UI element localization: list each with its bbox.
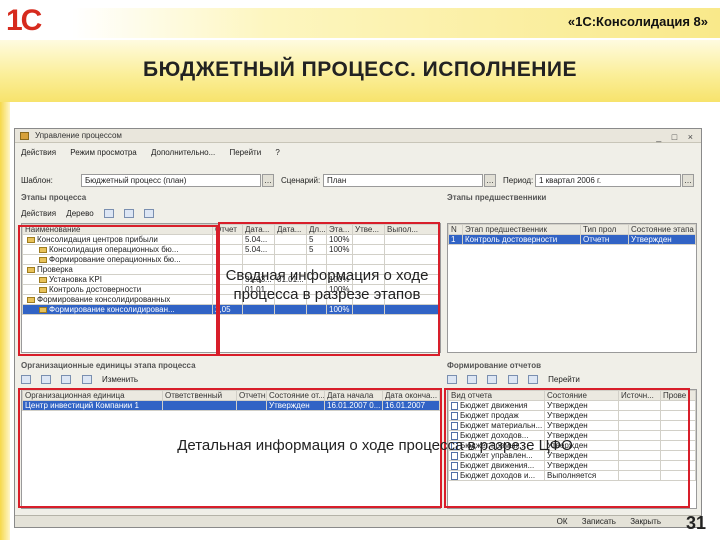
copy-icon[interactable] [41, 375, 52, 385]
menu-actions[interactable]: Действия [21, 148, 56, 157]
save-button[interactable]: Записать [582, 517, 616, 526]
window-controls[interactable]: _ □ × [656, 130, 697, 144]
stages-section-label: Этапы процесса [21, 193, 87, 202]
org-units-toolbar: Изменить [21, 373, 146, 387]
scenario-field[interactable]: План [323, 174, 483, 187]
org-units-section-label: Организационные единицы этапа процесса [21, 361, 196, 370]
window-buttons: ОК Записать Закрыть [545, 517, 661, 526]
reports-toolbar: Перейти [447, 373, 588, 387]
delete-icon[interactable] [61, 375, 72, 385]
col-stage-state[interactable]: Состояние этапа [628, 224, 696, 235]
page-number: 31 [685, 513, 706, 533]
predecessor-type: Отчетн [580, 234, 629, 245]
brand-logo: 1С [6, 4, 68, 38]
col-predecessor[interactable]: Этап предшественник [462, 224, 581, 235]
predecessor-state: Утвержден [628, 234, 696, 245]
filter-row: Шаблон: Бюджетный процесс (план) … Сцена… [15, 173, 701, 189]
reports-section-label: Формирование отчетов [447, 361, 541, 370]
stages-tree-highlight [18, 225, 218, 356]
filter-icon[interactable] [507, 375, 518, 385]
add-icon[interactable] [447, 375, 457, 385]
menu-additional[interactable]: Дополнительно... [151, 148, 215, 157]
scenario-label: Сценарий: [281, 176, 321, 185]
predecessor-stage: Контроль достоверности [462, 234, 581, 245]
copy-icon[interactable] [467, 375, 478, 385]
slide-title: БЮДЖЕТНЫЙ ПРОЦЕСС. ИСПОЛНЕНИЕ [143, 58, 577, 81]
window-titlebar: Управление процессом _ □ × [15, 129, 701, 143]
predecessors-section-label: Этапы предшественники [447, 193, 547, 202]
detail-callout: Детальная информация о ходе процесса в р… [177, 437, 573, 454]
stages-actions-button[interactable]: Действия [21, 209, 56, 218]
stages-tree-button[interactable]: Дерево [66, 209, 93, 218]
window-title: Управление процессом [35, 131, 122, 140]
left-stripe [0, 102, 10, 540]
ok-button[interactable]: ОК [557, 517, 568, 526]
product-name: «1С:Консолидация 8» [567, 14, 708, 29]
period-field[interactable]: 1 квартал 2006 г. [535, 174, 681, 187]
sort-icon[interactable] [527, 375, 538, 385]
predecessors-grid: N Этап предшественник Тип прол Состояние… [447, 223, 697, 353]
summary-callout: Сводная информация о ходе процесса в раз… [225, 267, 429, 303]
menu-view-mode[interactable]: Режим просмотра [70, 148, 136, 157]
window-menubar: Действия Режим просмотра Дополнительно..… [15, 145, 701, 161]
sort-icon[interactable] [124, 209, 135, 219]
refresh-icon[interactable] [144, 209, 155, 219]
col-type[interactable]: Тип прол [580, 224, 629, 235]
close-button[interactable]: Закрыть [630, 517, 661, 526]
scenario-select-button[interactable]: … [484, 174, 496, 187]
reports-go-button[interactable]: Перейти [548, 375, 580, 384]
add-icon[interactable] [21, 375, 31, 385]
window-icon [20, 132, 29, 140]
predecessor-n: 1 [448, 234, 463, 245]
template-field[interactable]: Бюджетный процесс (план) [81, 174, 261, 187]
period-label: Период: [503, 176, 534, 185]
stages-toolbar: Действия Дерево [21, 207, 162, 221]
org-units-edit-button[interactable]: Изменить [102, 375, 138, 384]
predecessor-row[interactable]: 1 Контроль достоверности Отчетн Утвержде… [448, 234, 696, 245]
window-statusbar: ОК Записать Закрыть [15, 515, 701, 527]
template-select-button[interactable]: … [262, 174, 274, 187]
help-icon[interactable]: ? [275, 148, 279, 157]
col-n[interactable]: N [448, 224, 463, 235]
template-label: Шаблон: [21, 176, 53, 185]
period-select-button[interactable]: … [682, 174, 694, 187]
delete-icon[interactable] [487, 375, 498, 385]
filter-icon[interactable] [103, 209, 114, 219]
predecessors-header-row: N Этап предшественник Тип прол Состояние… [448, 224, 696, 235]
filter-icon[interactable] [81, 375, 92, 385]
logo-text: 1С [6, 4, 42, 37]
menu-go[interactable]: Перейти [229, 148, 261, 157]
slide: 1С «1С:Консолидация 8» БЮДЖЕТНЫЙ ПРОЦЕСС… [0, 0, 720, 540]
